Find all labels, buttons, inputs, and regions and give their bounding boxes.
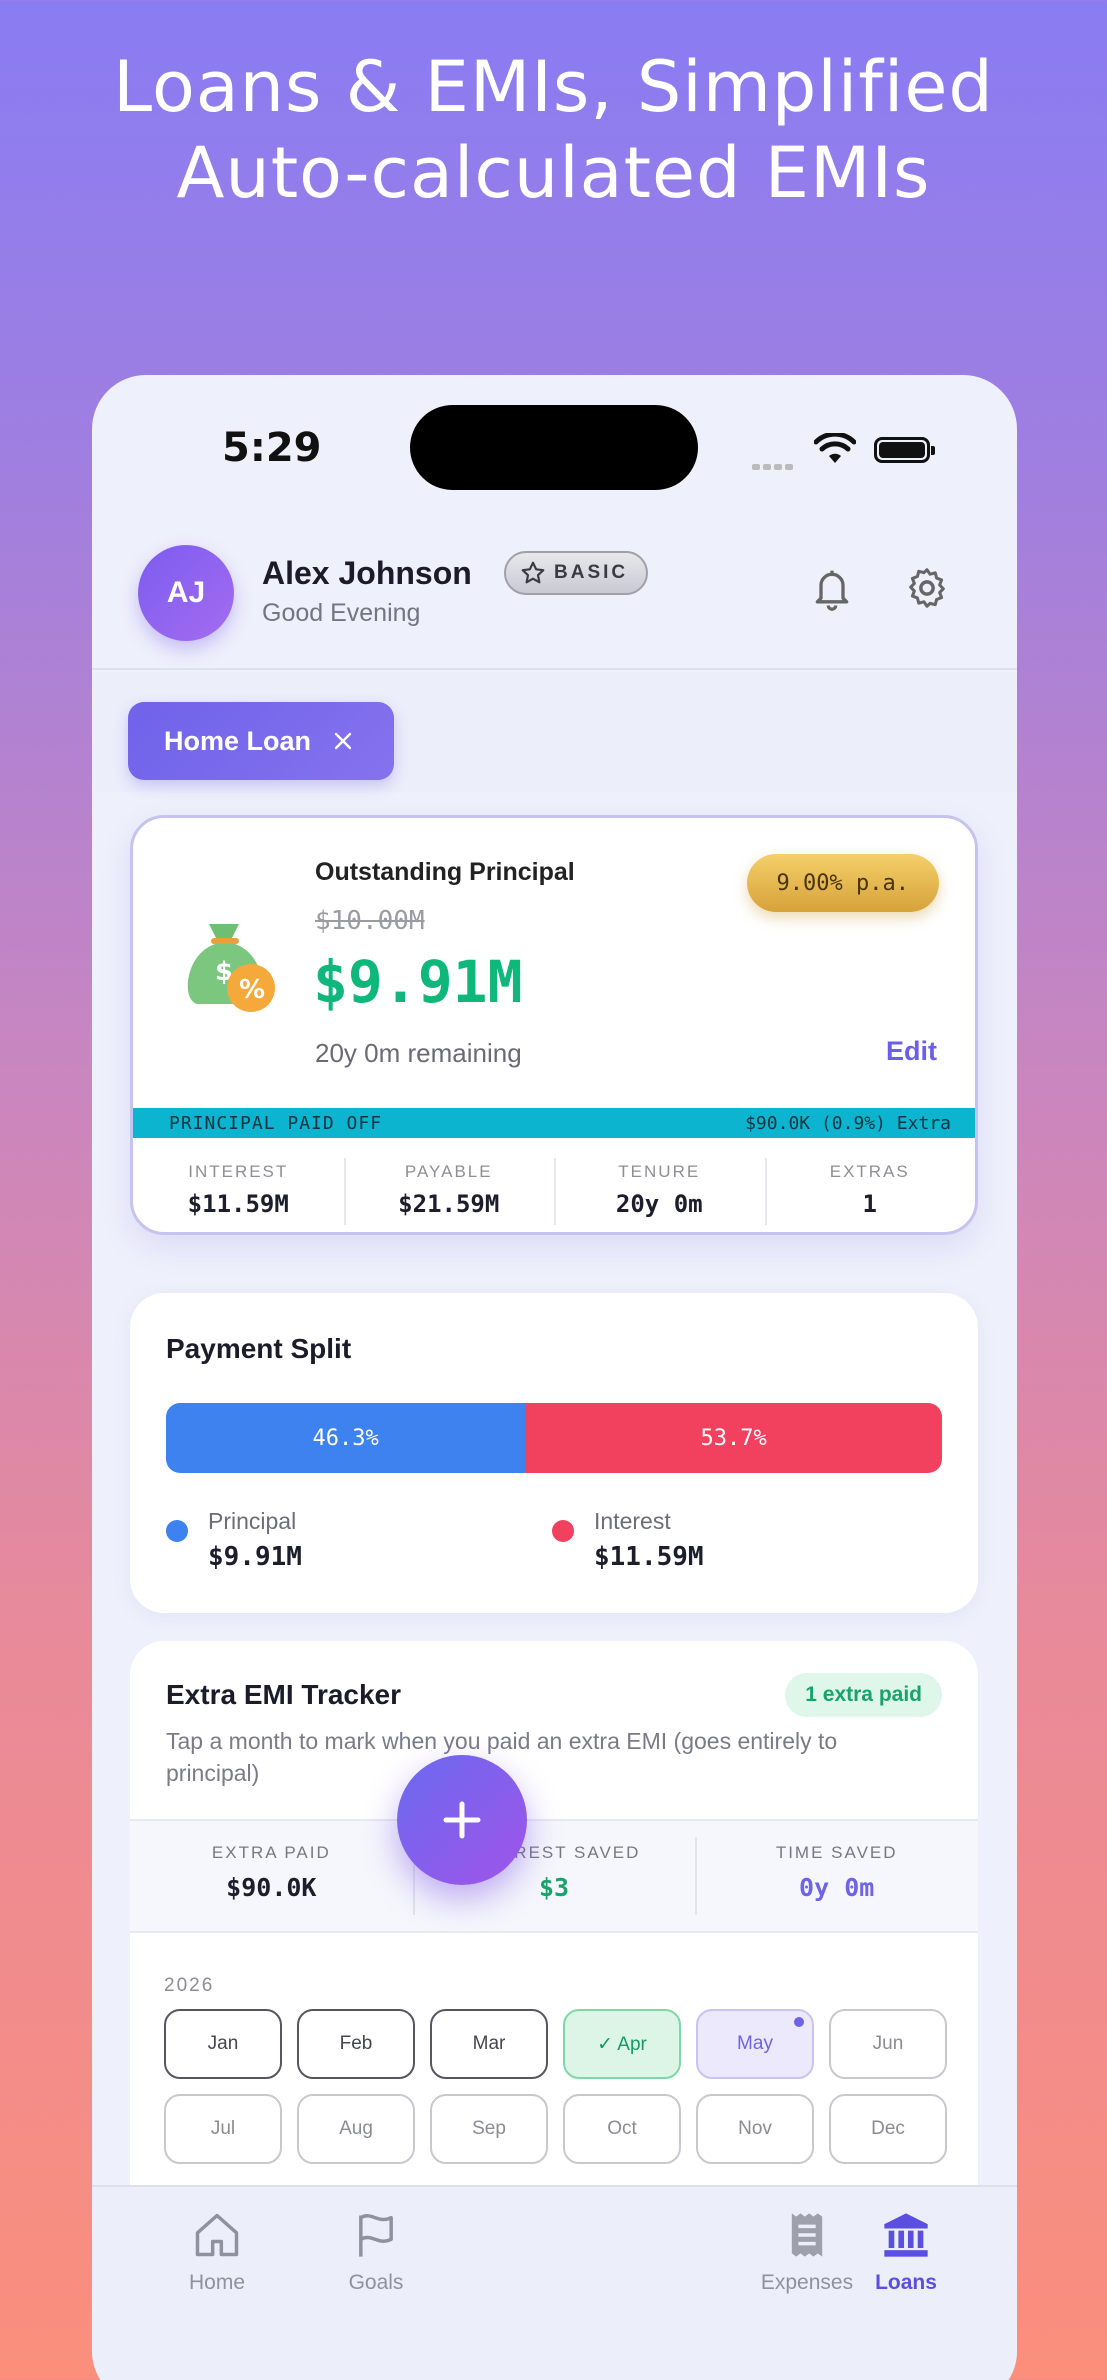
month-apr[interactable]: ✓ Apr bbox=[563, 2009, 681, 2079]
stat-label: EXTRAS bbox=[829, 1162, 910, 1181]
bell-icon[interactable] bbox=[810, 565, 854, 613]
tab-label: Home bbox=[188, 2271, 246, 2294]
bottom-tab-bar: Home Goals Expenses Loans bbox=[92, 2185, 1017, 2380]
flag-icon bbox=[359, 2214, 393, 2257]
receipt-icon bbox=[791, 2213, 823, 2257]
stat-extras: EXTRAS 1 bbox=[764, 1140, 976, 1232]
month-mar[interactable]: Mar bbox=[430, 2009, 548, 2079]
payment-split-card: Payment Split 46.3% 53.7% Principal $9.9… bbox=[130, 1293, 978, 1613]
interest-dot bbox=[552, 1520, 574, 1542]
money-bag-icon: $ % bbox=[187, 924, 275, 1012]
loan-filter-bar: Home Loan bbox=[92, 672, 1017, 792]
month-aug[interactable]: Aug bbox=[297, 2094, 415, 2164]
add-button[interactable] bbox=[397, 1755, 527, 1885]
legend-name: Interest bbox=[594, 1508, 671, 1534]
stat-time-saved: TIME SAVED 0y 0m bbox=[695, 1821, 978, 1931]
stat-label: TENURE bbox=[618, 1162, 701, 1181]
user-name: Alex Johnson bbox=[262, 555, 472, 591]
month-jan[interactable]: Jan bbox=[164, 2009, 282, 2079]
phone-frame: 5:29 AJ Alex Johnson BASIC Good Evening bbox=[92, 375, 1017, 2380]
status-bar: 5:29 bbox=[92, 375, 1017, 495]
stat-tenure: TENURE 20y 0m bbox=[554, 1140, 765, 1232]
dynamic-island bbox=[410, 405, 698, 490]
month-sep[interactable]: Sep bbox=[430, 2094, 548, 2164]
paid-off-value: $90.0K (0.9%) Extra bbox=[745, 1112, 951, 1134]
chip-label: Home Loan bbox=[164, 725, 312, 756]
promo-line-2: Auto-calculated EMIs bbox=[176, 132, 931, 214]
extra-paid-badge: 1 extra paid bbox=[785, 1673, 942, 1717]
edit-loan-button[interactable]: Edit bbox=[886, 1036, 937, 1067]
stat-payable: PAYABLE $21.59M bbox=[343, 1140, 555, 1232]
close-icon[interactable] bbox=[333, 731, 353, 751]
tab-label: Loans bbox=[875, 2271, 937, 2294]
principal-paid-off-bar: PRINCIPAL PAID OFF $90.0K (0.9%) Extra bbox=[133, 1108, 975, 1138]
legend-value: $11.59M bbox=[594, 1542, 704, 1572]
month-dec[interactable]: Dec bbox=[829, 2094, 947, 2164]
loan-stats-row: INTEREST $11.59M PAYABLE $21.59M TENURE 20y… bbox=[133, 1140, 976, 1232]
status-time: 5:29 bbox=[222, 425, 322, 471]
outstanding-principal-label: Outstanding Principal bbox=[315, 858, 575, 886]
stat-value: $11.59M bbox=[187, 1190, 289, 1218]
home-icon bbox=[195, 2213, 239, 2257]
legend-value: $9.91M bbox=[208, 1542, 302, 1572]
stat-label: INTEREST bbox=[188, 1162, 289, 1181]
stat-interest: INTEREST $11.59M bbox=[133, 1140, 344, 1232]
stat-value: 20y 0m bbox=[615, 1190, 703, 1218]
remaining-tenure: 20y 0m remaining bbox=[315, 1038, 522, 1068]
stat-value: $21.59M bbox=[398, 1190, 500, 1218]
month-jun[interactable]: Jun bbox=[829, 2009, 947, 2079]
profile-header: AJ Alex Johnson BASIC Good Evening bbox=[92, 535, 1017, 670]
stat-value: $90.0K bbox=[226, 1873, 317, 1902]
gear-icon[interactable] bbox=[904, 565, 950, 611]
month-may[interactable]: May bbox=[696, 2009, 814, 2079]
avatar[interactable]: AJ bbox=[138, 545, 234, 641]
plan-badge-label: BASIC bbox=[554, 562, 629, 583]
stat-label: TIME SAVED bbox=[775, 1843, 898, 1862]
greeting: Good Evening bbox=[262, 599, 421, 627]
extra-emi-tracker-card: Extra EMI Tracker 1 extra paid Tap a mon… bbox=[130, 1641, 978, 2241]
svg-text:%: % bbox=[239, 975, 265, 1005]
stat-extra-paid: EXTRA PAID $90.0K bbox=[130, 1821, 413, 1931]
month-jul[interactable]: Jul bbox=[164, 2094, 282, 2164]
tab-home[interactable]: Home bbox=[147, 2209, 287, 2295]
month-grid: Jan Feb Mar ✓ Apr May Jun Jul Aug Sep Oc… bbox=[164, 2009, 948, 2164]
tracker-title: Extra EMI Tracker bbox=[166, 1679, 402, 1710]
plus-icon bbox=[443, 1801, 481, 1839]
plan-badge[interactable]: BASIC bbox=[504, 551, 649, 595]
signal-icon bbox=[752, 457, 796, 475]
legend-name: Principal bbox=[208, 1508, 297, 1534]
tab-loans[interactable]: Loans bbox=[836, 2209, 976, 2295]
current-principal: $9.91M bbox=[313, 948, 523, 1016]
tracker-description: Tap a month to mark when you paid an ext… bbox=[166, 1728, 838, 1786]
month-oct[interactable]: Oct bbox=[563, 2094, 681, 2164]
interest-rate-badge: 9.00% p.a. bbox=[746, 854, 939, 912]
stat-label: PAYABLE bbox=[404, 1162, 493, 1181]
tab-label: Goals bbox=[348, 2271, 404, 2294]
principal-dot bbox=[166, 1520, 188, 1542]
tracker-stats-row: EXTRA PAID $90.0K INTEREST SAVED $3 TIME S… bbox=[130, 1819, 978, 1933]
loan-summary-card: $ % Outstanding Principal $10.00M $9.91M… bbox=[130, 815, 978, 1235]
stat-value: 0y 0m bbox=[799, 1873, 875, 1902]
wifi-icon bbox=[814, 433, 856, 463]
battery-icon bbox=[874, 437, 935, 463]
bank-icon bbox=[884, 2213, 928, 2257]
star-icon bbox=[521, 561, 545, 584]
original-principal: $10.00M bbox=[315, 906, 425, 936]
tracker-year: 2026 bbox=[164, 1975, 215, 1996]
home-loan-chip[interactable]: Home Loan bbox=[128, 702, 394, 780]
principal-segment: 46.3% bbox=[166, 1403, 526, 1473]
month-feb[interactable]: Feb bbox=[297, 2009, 415, 2079]
promo-line-1: Loans & EMIs, Simplified bbox=[113, 46, 994, 128]
month-nov[interactable]: Nov bbox=[696, 2094, 814, 2164]
stat-label: EXTRA PAID bbox=[211, 1843, 331, 1862]
payment-split-title: Payment Split bbox=[166, 1333, 352, 1364]
interest-segment: 53.7% bbox=[525, 1403, 942, 1473]
promo-headline: Loans & EMIs, Simplified Auto-calculated… bbox=[0, 44, 1107, 216]
stat-value: 1 bbox=[862, 1190, 877, 1218]
split-bar: 46.3% 53.7% bbox=[166, 1403, 942, 1473]
paid-off-label: PRINCIPAL PAID OFF bbox=[169, 1112, 383, 1134]
tab-goals[interactable]: Goals bbox=[306, 2209, 446, 2295]
